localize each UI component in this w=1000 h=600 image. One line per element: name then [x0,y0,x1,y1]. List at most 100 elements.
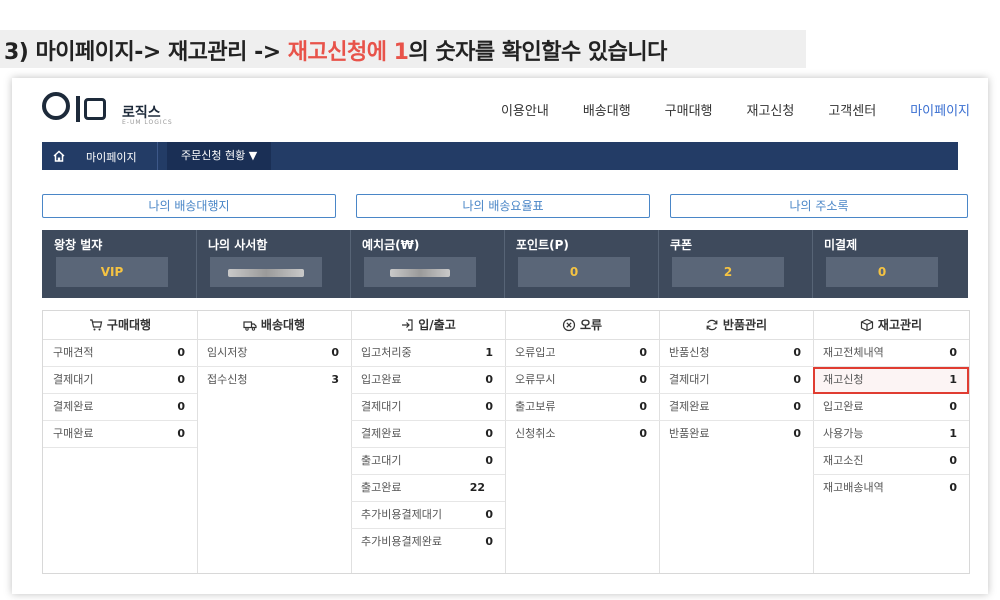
account-summary: 왕창 벌쟈 VIP 나의 사서함 예치금(₩) 포인트(P) 0 쿠폰 2 미결… [42,230,968,298]
stat-value: 0 [826,257,938,287]
row-count: 0 [485,508,493,521]
row-label: 출고보류 [515,400,556,413]
row-count: 0 [485,373,493,386]
status-row[interactable]: 접수신청 3 [197,367,351,393]
row-label: 재고신청 [823,373,864,386]
my-address-book-button[interactable]: 나의 주소록 [670,194,968,218]
stat-points: 포인트(P) 0 [504,230,659,298]
row-count: 22 [469,481,485,494]
status-row[interactable]: 결제대기 0 [351,394,505,421]
status-row[interactable]: 결제완료 0 [351,421,505,448]
cart-icon [89,318,103,330]
row-label: 결제완료 [669,400,710,413]
my-shipping-rate-button[interactable]: 나의 배송요율표 [356,194,650,218]
caption-part2: 의 숫자를 확인할수 있습니다 [408,40,667,65]
status-row[interactable]: 오류입고 0 [505,340,659,367]
status-row[interactable]: 반품신청 0 [659,340,813,367]
row-count: 0 [639,346,647,359]
stat-unpaid: 미결제 0 [812,230,966,298]
refresh-icon [706,319,718,330]
status-row[interactable]: 재고배송내역 0 [813,475,969,501]
column-title: 구매대행 [106,318,152,332]
status-row[interactable]: 출고대기 0 [351,448,505,475]
stock-request-row-highlighted[interactable]: 재고신청 1 [813,367,969,394]
status-row[interactable]: 신청취소 0 [505,421,659,447]
header: 로직스 E-UM LOGICS 이용안내 배송대행 구매대행 재고신청 고객센터… [12,78,988,142]
column-title: 배송대행 [260,318,306,332]
row-label: 결제완료 [53,400,94,413]
column-stock-management: 재고관리 재고전체내역 0 재고신청 1 입고완료 0 사용가능 1 재고소진 0 재고배… [813,311,969,573]
row-label: 입고완료 [823,400,864,413]
status-row[interactable]: 재고소진 0 [813,448,969,475]
status-row[interactable]: 추가비용결제대기 0 [351,502,505,529]
nav-customer-center[interactable]: 고객센터 [828,100,876,119]
row-label: 반품완료 [669,427,710,440]
status-row[interactable]: 구매견적 0 [43,340,197,367]
row-label: 접수신청 [207,373,248,386]
stat-mailbox: 나의 사서함 [196,230,351,298]
column-title: 반품관리 [722,318,768,332]
status-row[interactable]: 출고보류 0 [505,394,659,421]
row-label: 신청취소 [515,427,556,440]
stat-value-redacted [364,257,476,287]
stat-label: 나의 사서함 [208,238,268,252]
status-row[interactable]: 결제대기 0 [659,367,813,394]
status-row[interactable]: 입고완료 0 [813,394,969,421]
column-header: 오류 [505,311,659,340]
status-row[interactable]: 결제완료 0 [43,394,197,421]
row-count: 0 [177,373,185,386]
row-label: 입고처리중 [361,346,412,359]
status-row[interactable]: 구매완료 0 [43,421,197,448]
login-icon [402,318,413,331]
row-count: 0 [949,400,957,413]
row-label: 결제대기 [361,400,402,413]
status-row[interactable]: 추가비용결제완료 0 [351,529,505,555]
row-label: 결제대기 [669,373,710,386]
row-label: 재고배송내역 [823,481,884,494]
row-label: 구매완료 [53,427,94,440]
status-row[interactable]: 출고완료 22 [351,475,505,502]
status-row[interactable]: 결제대기 0 [43,367,197,394]
column-shipping-agent: 배송대행 임시저장 0 접수신청 3 [197,311,352,573]
status-row[interactable]: 결제완료 0 [659,394,813,421]
nav-shipping-agent[interactable]: 배송대행 [583,100,631,119]
status-row[interactable]: 사용가능 1 [813,421,969,448]
column-title: 오류 [579,318,603,332]
breadcrumb-dropdown[interactable]: 주문신청 현황 ▼ [167,142,272,170]
row-count: 0 [793,400,801,413]
logo-mark [42,90,106,125]
row-count: 0 [485,427,493,440]
row-count: 0 [793,373,801,386]
status-row[interactable]: 오류무시 0 [505,367,659,394]
nav-mypage[interactable]: 마이페이지 [910,100,970,119]
box-icon [860,318,874,331]
stat-value: VIP [56,257,168,287]
nav-purchase-agent[interactable]: 구매대행 [665,100,713,119]
logo[interactable]: 로직스 E-UM LOGICS [42,88,202,132]
column-returns: 반품관리 반품신청 0 결제대기 0 결제완료 0 반품완료 0 [659,311,814,573]
nav-stock-request[interactable]: 재고신청 [747,100,795,119]
stat-label: 예치금(₩) [362,238,420,252]
column-header: 구매대행 [43,311,197,340]
row-count: 0 [793,427,801,440]
status-row[interactable]: 입고완료 0 [351,367,505,394]
my-shipping-address-button[interactable]: 나의 배송대행지 [42,194,336,218]
nav-guide[interactable]: 이용안내 [501,100,549,119]
row-count: 0 [331,346,339,359]
status-row[interactable]: 입고처리중 1 [351,340,505,367]
row-label: 반품신청 [669,346,710,359]
row-label: 재고소진 [823,454,864,467]
column-title: 재고관리 [877,318,923,332]
row-label: 결제완료 [361,427,402,440]
stat-label: 미결제 [824,238,858,252]
status-row[interactable]: 재고전체내역 0 [813,340,969,367]
status-row[interactable]: 반품완료 0 [659,421,813,447]
stat-grade: 왕창 벌쟈 VIP [42,230,197,298]
status-row[interactable]: 임시저장 0 [197,340,351,367]
row-count: 1 [949,427,957,440]
breadcrumb-mypage[interactable]: 마이페이지 [86,149,137,165]
screenshot-frame: 로직스 E-UM LOGICS 이용안내 배송대행 구매대행 재고신청 고객센터… [12,78,988,594]
home-icon[interactable] [52,149,66,163]
column-header: 입/출고 [351,311,505,340]
caption-part1: 3) 마이페이지-> 재고관리 -> [4,40,288,65]
